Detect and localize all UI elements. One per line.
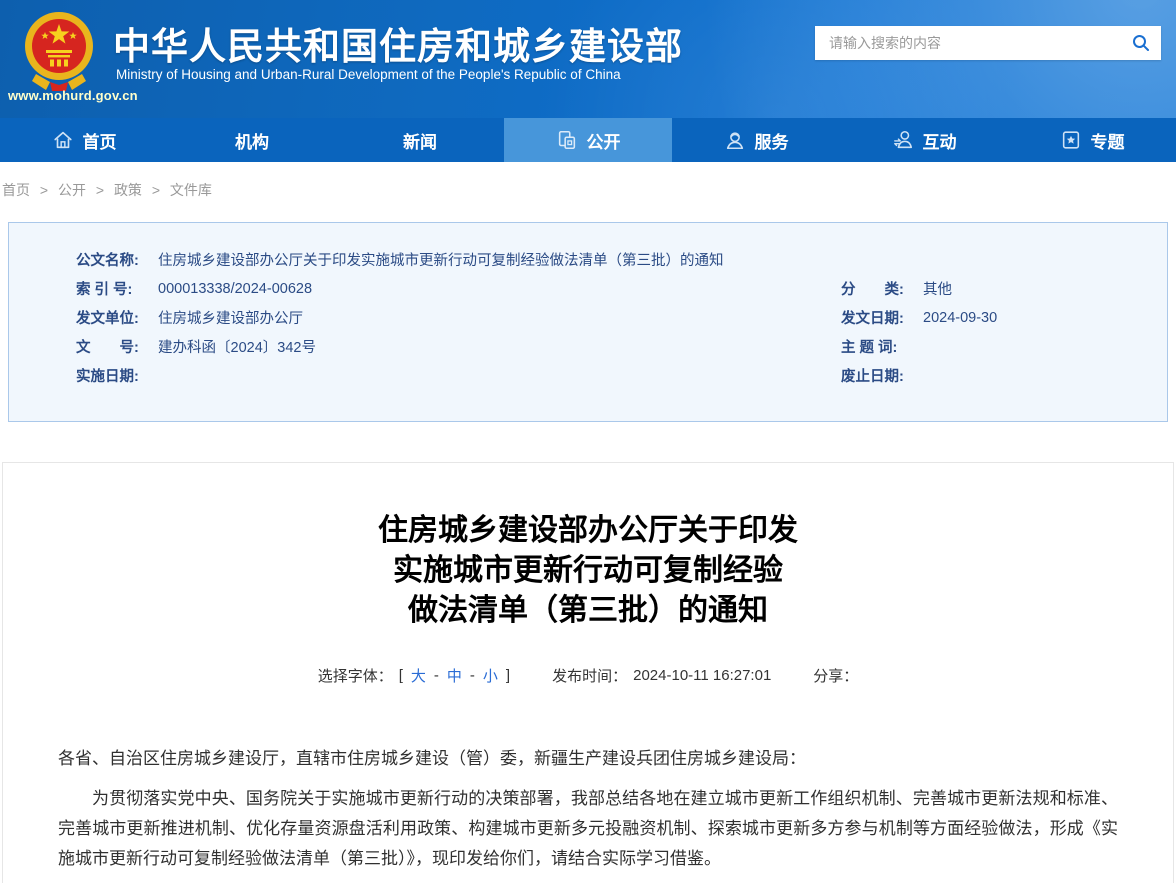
meta-row-doc-name: 公文名称: 住房城乡建设部办公厅关于印发实施城市更新行动可复制经验做法清单（第三… [76,245,1147,274]
meta-label: 公文名称: [76,249,152,270]
font-size-medium-link[interactable]: 中 [447,665,462,686]
meta-label: 文 号: [76,336,152,357]
nav-item-news[interactable]: 新闻 [336,118,504,162]
meta-label: 主 题 词: [841,336,917,357]
breadcrumb-disclosure[interactable]: 公开 [58,182,86,198]
breadcrumb-policy[interactable]: 政策 [114,182,142,198]
nav-item-home[interactable]: 首页 [0,118,168,162]
nav-item-disclosure[interactable]: 公开 [504,118,672,162]
national-emblem-icon [22,8,96,92]
font-size-separator: - [434,667,439,684]
breadcrumb-separator: > [96,182,104,198]
meta-row-effective-date: 实施日期: [76,361,841,390]
meta-row-category: 分 类: 其他 [841,274,1147,303]
meta-column-right: 分 类: 其他 发文日期: 2024-09-30 主 题 词: 废止日期: [841,274,1147,390]
meta-value: 住房城乡建设部办公厅 [158,307,303,328]
documents-icon [556,129,578,151]
meta-value: 住房城乡建设部办公厅关于印发实施城市更新行动可复制经验做法清单（第三批）的通知 [158,249,724,270]
meta-value: 000013338/2024-00628 [158,281,312,297]
meta-row-index-number: 索 引 号: 000013338/2024-00628 [76,274,841,303]
nav-item-label: 服务 [755,128,789,153]
nav-item-label: 互动 [923,128,957,153]
breadcrumb-separator: > [152,182,160,198]
article-card: 住房城乡建设部办公厅关于印发 实施城市更新行动可复制经验 做法清单（第三批）的通… [2,462,1174,883]
article-toolbar: 选择字体：[大-中-小] 发布时间：2024-10-11 16:27:01 分享… [3,665,1173,686]
nav-item-label: 专题 [1091,128,1125,153]
breadcrumb-home[interactable]: 首页 [2,182,30,198]
meta-row-issuing-unit: 发文单位: 住房城乡建设部办公厅 [76,303,841,332]
meta-label: 分 类: [841,278,917,299]
search-button[interactable] [1121,26,1161,60]
meta-column-left: 索 引 号: 000013338/2024-00628 发文单位: 住房城乡建设… [76,274,841,390]
font-size-small-link[interactable]: 小 [483,665,498,686]
nav-item-label: 新闻 [403,128,437,153]
nav-item-label: 首页 [83,128,117,153]
star-badge-icon [1060,129,1082,151]
share-label: 分享： [813,665,858,686]
search-icon [1131,33,1151,53]
nav-item-topics[interactable]: 专题 [1008,118,1176,162]
interaction-person-arrows-icon [892,129,914,151]
breadcrumb-separator: > [40,182,48,198]
home-icon [52,129,74,151]
meta-row-doc-number: 文 号: 建办科函〔2024〕342号 [76,332,841,361]
service-person-icon [724,129,746,151]
article-paragraph-salutation: 各省、自治区住房城乡建设厅，直辖市住房城乡建设（管）委，新疆生产建设兵团住房城乡… [58,744,1118,774]
site-url: www.mohurd.gov.cn [8,88,138,103]
site-title-en: Ministry of Housing and Urban-Rural Deve… [116,67,621,82]
article-title: 住房城乡建设部办公厅关于印发 实施城市更新行动可复制经验 做法清单（第三批）的通… [3,511,1173,631]
publish-time-label: 发布时间： [552,665,627,686]
article-paragraph-main: 为贯彻落实党中央、国务院关于实施城市更新行动的决策部署，我部总结各地在建立城市更… [58,784,1118,874]
font-size-label: 选择字体： [318,665,393,686]
article-title-line: 实施城市更新行动可复制经验 [3,551,1173,591]
breadcrumb: 首页 > 公开 > 政策 > 文件库 [0,162,1176,216]
nav-item-services[interactable]: 服务 [672,118,840,162]
nav-item-orgs[interactable]: 机构 [168,118,336,162]
meta-row-keywords: 主 题 词: [841,332,1147,361]
meta-row-repeal-date: 废止日期: [841,361,1147,390]
font-size-separator: - [470,667,475,684]
meta-label: 发文日期: [841,307,917,328]
bracket-open: [ [399,667,403,684]
meta-value: 建办科函〔2024〕342号 [158,336,316,357]
article-title-line: 住房城乡建设部办公厅关于印发 [3,511,1173,551]
breadcrumb-library[interactable]: 文件库 [170,182,212,198]
meta-grid: 索 引 号: 000013338/2024-00628 发文单位: 住房城乡建设… [76,274,1147,390]
nav-item-label: 公开 [587,128,621,153]
meta-label: 发文单位: [76,307,152,328]
site-header: www.mohurd.gov.cn 中华人民共和国住房和城乡建设部 Minist… [0,0,1176,118]
article-body: 各省、自治区住房城乡建设厅，直辖市住房城乡建设（管）委，新疆生产建设兵团住房城乡… [3,744,1173,874]
site-title-cn: 中华人民共和国住房和城乡建设部 [113,16,683,70]
publish-time-value: 2024-10-11 16:27:01 [633,667,771,684]
nav-item-label: 机构 [235,128,269,153]
document-meta-card: 公文名称: 住房城乡建设部办公厅关于印发实施城市更新行动可复制经验做法清单（第三… [8,222,1168,422]
meta-label: 实施日期: [76,365,152,386]
search-input[interactable] [815,26,1121,60]
meta-label: 废止日期: [841,365,917,386]
search-bar [815,26,1161,60]
nav-item-interaction[interactable]: 互动 [840,118,1008,162]
font-size-large-link[interactable]: 大 [411,665,426,686]
meta-label: 索 引 号: [76,278,152,299]
meta-value: 其他 [923,278,952,299]
meta-value: 2024-09-30 [923,310,997,326]
article-title-line: 做法清单（第三批）的通知 [3,591,1173,631]
meta-row-issue-date: 发文日期: 2024-09-30 [841,303,1147,332]
bracket-close: ] [506,667,510,684]
main-nav: 首页 机构 新闻 公开 服务 互动 专题 [0,118,1176,162]
